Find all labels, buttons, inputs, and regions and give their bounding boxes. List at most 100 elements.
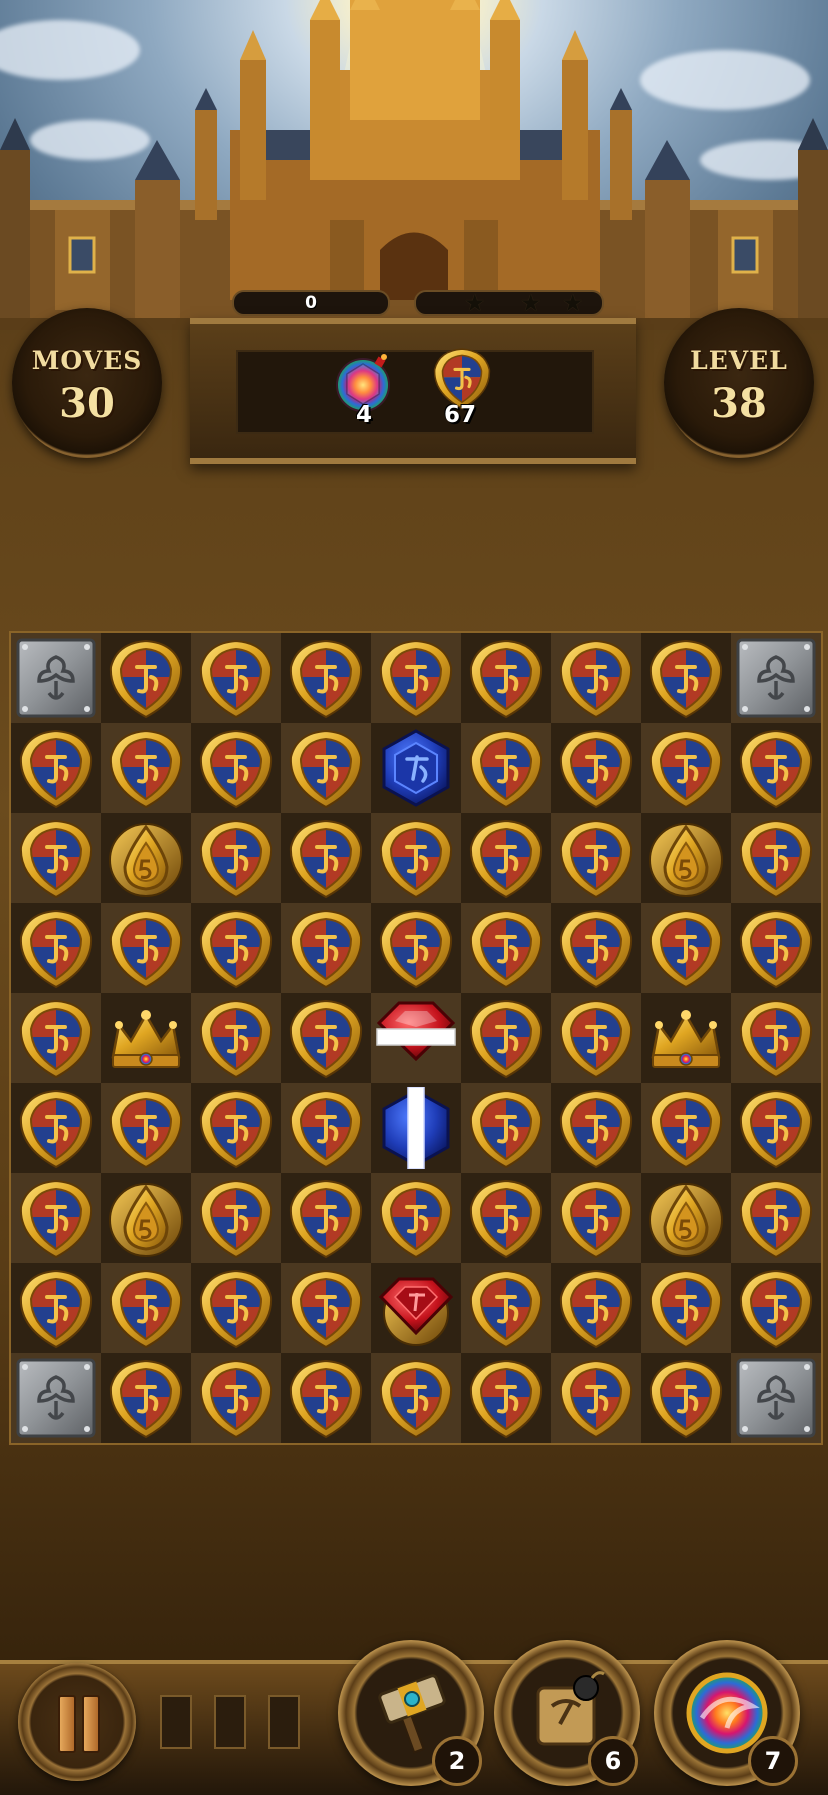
board-cell[interactable] — [371, 723, 461, 813]
board-cell[interactable] — [101, 633, 191, 723]
board-cell[interactable] — [281, 1083, 371, 1173]
board-cell[interactable] — [281, 1173, 371, 1263]
board-cell[interactable] — [461, 1263, 551, 1353]
board-cell[interactable] — [551, 633, 641, 723]
board-cell[interactable] — [641, 1083, 731, 1173]
board-cell[interactable] — [551, 1173, 641, 1263]
hammer-booster-button[interactable]: 2 — [338, 1640, 484, 1786]
board-cell[interactable] — [461, 993, 551, 1083]
board-cell[interactable] — [11, 723, 101, 813]
shield-tile-icon — [19, 1269, 93, 1349]
board-cell[interactable] — [371, 633, 461, 723]
board-cell[interactable] — [281, 903, 371, 993]
board-cell[interactable] — [731, 633, 821, 723]
moves-counter: MOVES 30 — [12, 308, 162, 458]
board-cell[interactable] — [281, 1353, 371, 1443]
shield-tile-icon — [19, 909, 93, 989]
board-cell[interactable] — [281, 723, 371, 813]
board-cell[interactable] — [281, 1263, 371, 1353]
board-cell[interactable] — [461, 903, 551, 993]
board-cell[interactable] — [551, 1083, 641, 1173]
board-cell[interactable] — [731, 813, 821, 903]
stone-block-icon — [16, 638, 96, 718]
board-cell[interactable] — [371, 1353, 461, 1443]
board-cell[interactable] — [731, 903, 821, 993]
board-cell[interactable] — [191, 813, 281, 903]
shield-tile-icon — [289, 639, 363, 719]
board-cell[interactable] — [371, 1263, 461, 1353]
board-cell[interactable] — [641, 813, 731, 903]
board-cell[interactable] — [101, 1173, 191, 1263]
board-cell[interactable] — [11, 1173, 101, 1263]
board-cell[interactable] — [641, 1173, 731, 1263]
board-cell[interactable] — [191, 723, 281, 813]
board-cell[interactable] — [371, 993, 461, 1083]
board-cell[interactable] — [641, 993, 731, 1083]
board-cell[interactable] — [641, 1353, 731, 1443]
board-cell[interactable] — [731, 1353, 821, 1443]
board-cell[interactable] — [551, 903, 641, 993]
board-cell[interactable] — [11, 993, 101, 1083]
board-cell[interactable] — [11, 1263, 101, 1353]
board-cell[interactable] — [191, 903, 281, 993]
board-cell[interactable] — [281, 993, 371, 1083]
board-cell[interactable] — [371, 903, 461, 993]
board-cell[interactable] — [731, 993, 821, 1083]
board-cell[interactable] — [101, 1263, 191, 1353]
pause-button[interactable] — [18, 1663, 136, 1781]
board-cell[interactable] — [461, 1083, 551, 1173]
board-cell[interactable] — [461, 723, 551, 813]
board-cell[interactable] — [191, 1263, 281, 1353]
board-cell[interactable] — [641, 903, 731, 993]
board-cell[interactable] — [101, 1353, 191, 1443]
board-cell[interactable] — [551, 813, 641, 903]
board-cell[interactable] — [551, 1353, 641, 1443]
board-cell[interactable] — [371, 1173, 461, 1263]
board-cell[interactable] — [731, 1083, 821, 1173]
board-cell[interactable] — [551, 723, 641, 813]
board-cell[interactable] — [461, 813, 551, 903]
shield-tile-icon — [199, 1359, 273, 1439]
rainbow-orb-booster-button[interactable]: 7 — [654, 1640, 800, 1786]
game-board[interactable] — [9, 631, 823, 1445]
board-cell[interactable] — [281, 813, 371, 903]
board-cell[interactable] — [101, 723, 191, 813]
board-cell[interactable] — [191, 1353, 281, 1443]
bomb-crate-booster-button[interactable]: 6 — [494, 1640, 640, 1786]
shield-tile-icon — [199, 1269, 273, 1349]
board-cell[interactable] — [731, 1173, 821, 1263]
board-cell[interactable] — [641, 633, 731, 723]
board-cell[interactable] — [371, 813, 461, 903]
board-cell[interactable] — [101, 993, 191, 1083]
board-cell[interactable] — [281, 633, 371, 723]
shield-tile-icon — [469, 819, 543, 899]
board-cell[interactable] — [11, 903, 101, 993]
board-cell[interactable] — [191, 993, 281, 1083]
board-cell[interactable] — [461, 1173, 551, 1263]
board-cell[interactable] — [191, 1173, 281, 1263]
board-cell[interactable] — [461, 633, 551, 723]
shield-tile-icon — [433, 348, 491, 410]
stone-block-icon — [736, 1358, 816, 1438]
board-cell[interactable] — [191, 633, 281, 723]
board-cell[interactable] — [11, 633, 101, 723]
board-cell[interactable] — [11, 813, 101, 903]
board-cell[interactable] — [101, 903, 191, 993]
board-cell[interactable] — [101, 1083, 191, 1173]
board-cell[interactable] — [461, 1353, 551, 1443]
board-cell[interactable] — [11, 1353, 101, 1443]
shield-tile-icon — [109, 639, 183, 719]
board-cell[interactable] — [551, 993, 641, 1083]
board-cell[interactable] — [11, 1083, 101, 1173]
board-cell[interactable] — [641, 1263, 731, 1353]
board-cell[interactable] — [371, 1083, 461, 1173]
board-cell[interactable] — [731, 723, 821, 813]
shield-tile-icon — [199, 1179, 273, 1259]
board-cell[interactable] — [101, 813, 191, 903]
board-cell[interactable] — [641, 723, 731, 813]
board-cell[interactable] — [191, 1083, 281, 1173]
shield-tile-icon — [649, 1089, 723, 1169]
board-cell[interactable] — [731, 1263, 821, 1353]
board-cell[interactable] — [551, 1263, 641, 1353]
stone-block-icon — [736, 638, 816, 718]
